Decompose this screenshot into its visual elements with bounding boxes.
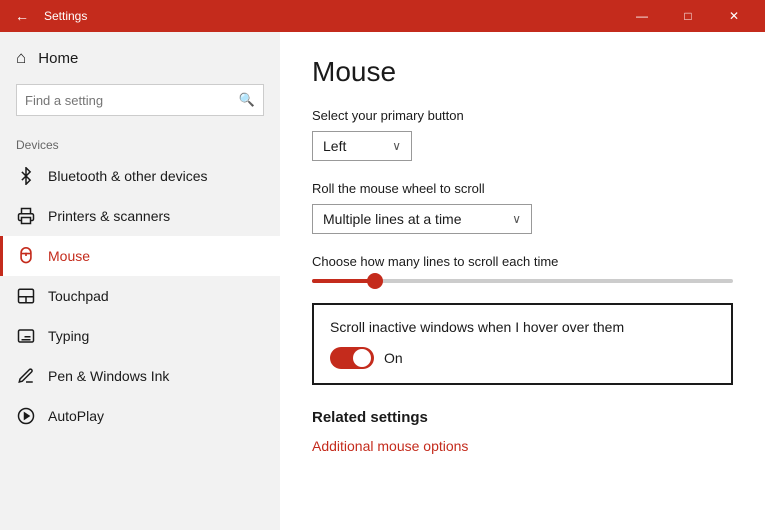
scroll-wheel-arrow: ∨ xyxy=(512,212,521,226)
pen-icon xyxy=(16,366,36,386)
sidebar-item-typing-label: Typing xyxy=(48,328,89,344)
scroll-lines-track xyxy=(312,279,733,283)
main-layout: Home 🔍 Devices Bluetooth & other devices xyxy=(0,32,765,530)
touchpad-icon xyxy=(16,286,36,306)
title-bar: ← Settings — □ ✕ xyxy=(0,0,765,32)
sidebar-section-label: Devices xyxy=(0,132,280,156)
close-button[interactable]: ✕ xyxy=(711,0,757,32)
typing-icon xyxy=(16,326,36,346)
toggle-row: On xyxy=(330,347,715,369)
toggle-status: On xyxy=(384,350,403,366)
sidebar-item-typing[interactable]: Typing xyxy=(0,316,280,356)
scroll-lines-label: Choose how many lines to scroll each tim… xyxy=(312,254,733,269)
sidebar-item-printers-label: Printers & scanners xyxy=(48,208,170,224)
search-icon[interactable]: 🔍 xyxy=(239,92,255,108)
sidebar-item-autoplay[interactable]: AutoPlay xyxy=(0,396,280,436)
autoplay-icon xyxy=(16,406,36,426)
content-area: Mouse Select your primary button Left ∨ … xyxy=(280,32,765,530)
sidebar-item-touchpad[interactable]: Touchpad xyxy=(0,276,280,316)
scroll-wheel-value: Multiple lines at a time xyxy=(323,211,462,227)
sidebar-item-pen[interactable]: Pen & Windows Ink xyxy=(0,356,280,396)
bluetooth-icon xyxy=(16,166,36,186)
title-bar-title: Settings xyxy=(44,9,619,23)
window-controls: — □ ✕ xyxy=(619,0,757,32)
primary-button-dropdown[interactable]: Left ∨ xyxy=(312,131,412,161)
scroll-wheel-label: Roll the mouse wheel to scroll xyxy=(312,181,733,196)
sidebar-item-mouse[interactable]: Mouse xyxy=(0,236,280,276)
page-title: Mouse xyxy=(312,56,733,88)
printers-icon xyxy=(16,206,36,226)
sidebar-item-mouse-label: Mouse xyxy=(48,248,90,264)
additional-mouse-options-link[interactable]: Additional mouse options xyxy=(312,438,468,454)
slider-fill xyxy=(312,279,375,283)
slider-thumb[interactable] xyxy=(367,273,383,289)
home-icon xyxy=(16,48,26,68)
home-label: Home xyxy=(38,50,78,67)
scroll-inactive-box: Scroll inactive windows when I hover ove… xyxy=(312,303,733,385)
scroll-wheel-dropdown[interactable]: Multiple lines at a time ∨ xyxy=(312,204,532,234)
sidebar-home[interactable]: Home xyxy=(0,32,280,80)
mouse-icon xyxy=(16,246,36,266)
back-button[interactable]: ← xyxy=(8,2,36,30)
sidebar-item-bluetooth[interactable]: Bluetooth & other devices xyxy=(0,156,280,196)
sidebar-item-touchpad-label: Touchpad xyxy=(48,288,109,304)
scroll-inactive-toggle[interactable] xyxy=(330,347,374,369)
sidebar-item-bluetooth-label: Bluetooth & other devices xyxy=(48,168,208,184)
primary-button-arrow: ∨ xyxy=(392,139,401,153)
related-settings-title: Related settings xyxy=(312,409,733,426)
maximize-button[interactable]: □ xyxy=(665,0,711,32)
sidebar-item-autoplay-label: AutoPlay xyxy=(48,408,104,424)
sidebar: Home 🔍 Devices Bluetooth & other devices xyxy=(0,32,280,530)
scroll-inactive-label: Scroll inactive windows when I hover ove… xyxy=(330,319,715,335)
primary-button-label: Select your primary button xyxy=(312,108,733,123)
sidebar-item-printers[interactable]: Printers & scanners xyxy=(0,196,280,236)
primary-button-value: Left xyxy=(323,138,346,154)
search-input[interactable] xyxy=(25,93,239,108)
toggle-knob xyxy=(353,349,371,367)
scroll-lines-section: Choose how many lines to scroll each tim… xyxy=(312,254,733,283)
search-box: 🔍 xyxy=(16,84,264,116)
minimize-button[interactable]: — xyxy=(619,0,665,32)
sidebar-item-pen-label: Pen & Windows Ink xyxy=(48,368,169,384)
